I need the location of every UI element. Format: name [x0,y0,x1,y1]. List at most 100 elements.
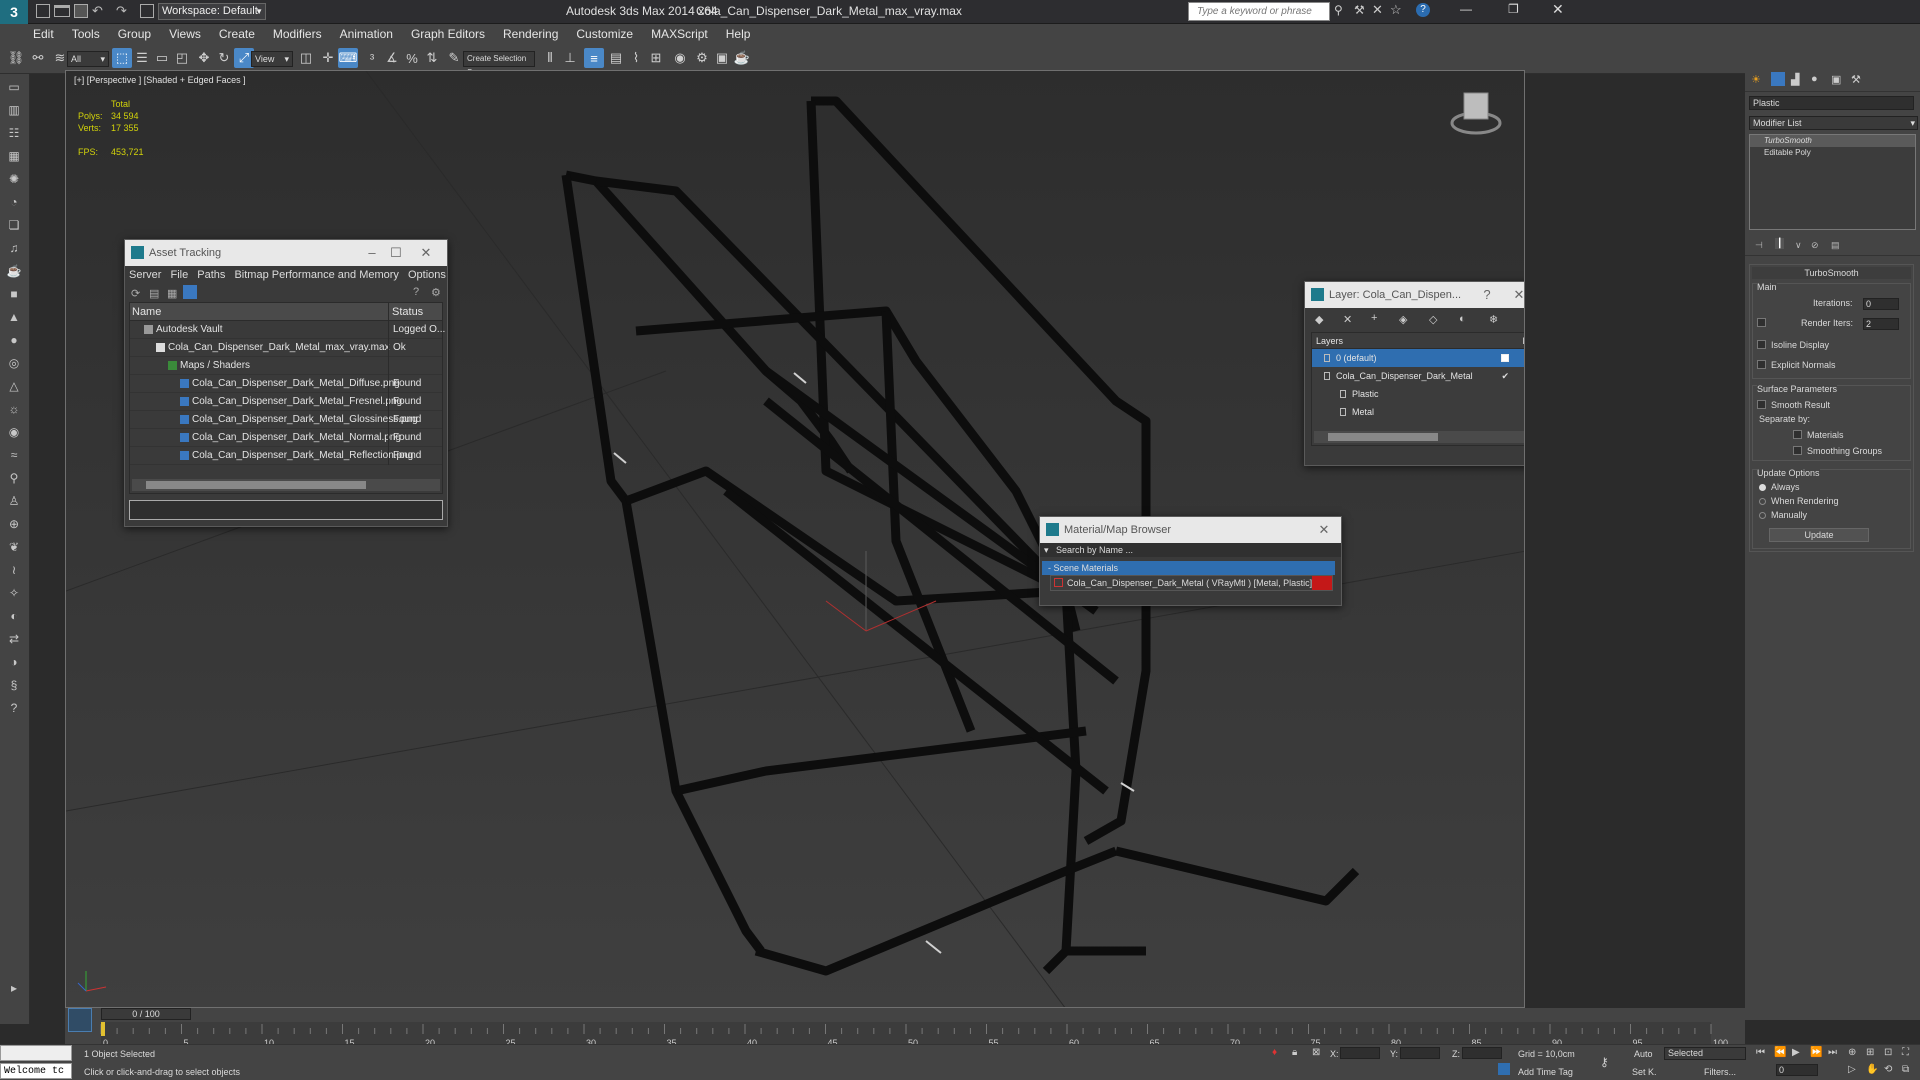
absolute-mode-icon[interactable]: ⊠ [1312,1047,1320,1058]
column-name-header[interactable]: Name [132,303,161,321]
materials-checkbox[interactable] [1793,430,1802,439]
asset-row[interactable]: Cola_Can_Dispenser_Dark_Metal_max_vray.m… [130,339,442,357]
layer-explorer-icon[interactable]: ▦ [4,146,24,166]
material-browser-window[interactable]: Material/Map Browser ✕ ▾ Search by Name … [1039,516,1342,606]
curve-editor-icon[interactable]: ⌇ [626,48,646,68]
zoom-icon[interactable]: ⊕ [1848,1047,1856,1058]
maximize-button[interactable]: ☐ [385,240,407,266]
maxscript-mini-listener[interactable] [0,1045,72,1061]
set-key-icon[interactable]: ⚷ [1600,1055,1609,1069]
current-frame-field[interactable]: 0 [1776,1064,1818,1076]
sphere-primitive-icon[interactable]: ● [4,330,24,350]
selection-filter-dropdown[interactable]: All ▾ [67,51,109,67]
material-editor-icon[interactable]: ◉ [670,48,690,68]
minimize-button[interactable]: — [1460,2,1472,16]
window-crossing-icon[interactable]: ◰ [172,48,192,68]
key-filters-button[interactable]: Filters... [1704,1067,1736,1077]
menu-item-edit[interactable]: Edit [24,24,63,44]
scene-materials-group[interactable]: - Scene Materials [1042,561,1335,575]
menu-item-graph-editors[interactable]: Graph Editors [402,24,494,44]
help-icon[interactable]: ? [1476,282,1498,308]
maximize-viewport-icon[interactable]: ⛶ [1902,1047,1909,1058]
material-browser-titlebar[interactable]: Material/Map Browser ✕ [1040,517,1341,543]
help-icon[interactable]: ? [1416,3,1430,17]
workspace-dropdown[interactable]: Workspace: Default ▼ [158,3,266,20]
auto-key-button[interactable]: Auto [1634,1049,1653,1059]
zoom-all-icon[interactable]: ⊞ [1866,1047,1874,1058]
scripting-icon[interactable]: § [4,675,24,695]
cloth-icon[interactable]: ✧ [4,583,24,603]
scene-converter-icon[interactable]: ⇄ [4,629,24,649]
asset-path-field[interactable] [129,500,443,520]
asset-tracking-titlebar[interactable]: Asset Tracking – ☐ ✕ [125,240,447,266]
rotate-icon[interactable]: ↻ [214,48,234,68]
menu-item-animation[interactable]: Animation [331,24,402,44]
orbit-icon[interactable]: ⟲ [1884,1064,1892,1075]
add-to-layer-icon[interactable]: + [1371,312,1377,324]
iterations-spinner[interactable]: 0 [1863,298,1899,310]
select-object-icon[interactable]: ⬚ [112,48,132,68]
geosphere-icon[interactable]: ◉ [4,422,24,442]
menu-server[interactable]: Server [129,269,161,281]
settings-icon[interactable]: ⚙ [431,286,441,299]
layer-row[interactable]: Cola_Can_Dispenser_Dark_Metal ✔ [1312,367,1524,385]
bone-icon[interactable]: ⚲ [4,468,24,488]
pyramid-primitive-icon[interactable]: △ [4,376,24,396]
time-slider[interactable]: 0 / 100 [101,1008,191,1020]
render-iters-checkbox[interactable] [1757,318,1766,327]
environment-icon[interactable]: ◐ [4,606,24,626]
scrollbar-thumb[interactable] [1328,433,1438,441]
layer-row[interactable]: Metal [1312,403,1524,421]
maximize-button[interactable]: ❐ [1508,2,1519,16]
asset-row[interactable]: Cola_Can_Dispenser_Dark_Metal_Normal.png… [130,429,442,447]
scrollbar-thumb[interactable] [146,481,366,489]
show-end-result-icon[interactable]: ┃ [1775,238,1785,249]
next-frame-icon[interactable]: ⏩ [1810,1047,1822,1058]
add-time-tag-label[interactable]: Add Time Tag [1518,1067,1573,1077]
light-lister-icon[interactable]: ✺ [4,169,24,189]
asset-row[interactable]: Maps / Shaders [130,357,442,375]
new-layer-icon[interactable]: ◆ [1315,313,1323,326]
select-in-layer-icon[interactable]: ◈ [1399,313,1407,326]
teapot-icon[interactable]: ☕ [4,261,24,281]
column-status-header[interactable]: Status [388,303,423,321]
utilities-tab-icon[interactable]: ⚒ [1851,73,1861,86]
make-unique-icon[interactable]: ∨ [1795,240,1802,251]
app-logo-icon[interactable]: 3 [0,0,28,24]
walk-through-icon[interactable]: ⧉ [1902,1064,1909,1075]
modify-tab-icon[interactable] [1771,72,1785,86]
asset-tracking-window[interactable]: Asset Tracking – ☐ ✕ Server File Paths B… [124,239,448,527]
object-name-field[interactable]: Plastic [1749,96,1914,110]
when-rendering-radio[interactable] [1759,498,1766,505]
key-filter-dropdown[interactable]: Selected [1664,1047,1746,1060]
redo-icon[interactable]: ↷ [116,3,127,19]
expand-arrow-icon[interactable]: ▸ [4,978,24,998]
y-coordinate-field[interactable] [1400,1047,1440,1059]
edit-named-selection-icon[interactable]: ✎ [444,48,464,68]
infocenter-binoculars-icon[interactable]: ⚲ [1334,3,1343,17]
close-button[interactable]: ✕ [1552,1,1564,18]
layer-row[interactable]: Plastic [1312,385,1524,403]
horizontal-scrollbar[interactable] [132,479,440,491]
menu-item-tools[interactable]: Tools [63,24,109,44]
align-icon[interactable]: ⊥ [560,48,580,68]
stack-item-turbosmooth[interactable]: TurboSmooth [1750,135,1915,147]
spacewarp-icon[interactable]: ≈ [4,445,24,465]
menu-bitmap-performance[interactable]: Bitmap Performance and Memory [234,269,398,281]
cone-primitive-icon[interactable]: ▲ [4,307,24,327]
percent-snap-icon[interactable]: % [402,48,422,68]
configure-sets-icon[interactable]: ▤ [1831,240,1840,251]
state-sets-icon[interactable]: ♫ [4,238,24,258]
project-folder-icon[interactable] [140,4,154,18]
hide-column-header[interactable]: H [1523,333,1525,349]
turbosmooth-rollout-title[interactable]: TurboSmooth [1752,267,1911,279]
spinner-snap-icon[interactable]: ⇅ [422,48,442,68]
asset-row[interactable]: Cola_Can_Dispenser_Dark_Metal_Glossiness… [130,411,442,429]
set-key-button[interactable]: Set K. [1632,1067,1657,1077]
hide-all-icon[interactable]: ◐ [1459,313,1466,325]
menu-item-create[interactable]: Create [210,24,264,44]
menu-item-group[interactable]: Group [109,24,160,44]
go-to-end-icon[interactable]: ⏭ [1828,1047,1837,1058]
box-primitive-icon[interactable]: ■ [4,284,24,304]
manually-radio[interactable] [1759,512,1766,519]
